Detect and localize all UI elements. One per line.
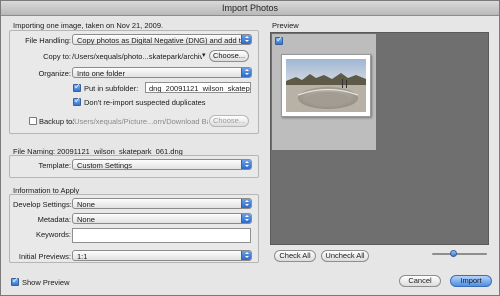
skatepark-image bbox=[286, 59, 366, 112]
develop-settings-select[interactable]: None bbox=[72, 198, 252, 209]
initial-previews-select[interactable]: 1:1 bbox=[72, 250, 252, 261]
develop-settings-value: None bbox=[77, 200, 95, 209]
initial-previews-value: 1:1 bbox=[77, 252, 88, 261]
metadata-label: Metadata: bbox=[37, 215, 71, 224]
import-dialog: Import Photos Importing one image, taken… bbox=[0, 0, 500, 296]
no-reimport-label: Don't re-import suspected duplicates bbox=[84, 98, 206, 107]
chevron-updown-icon bbox=[241, 199, 251, 208]
file-handling-select[interactable]: Copy photos as Digital Negative (DNG) an… bbox=[72, 34, 252, 45]
import-summary: Importing one image, taken on Nov 21, 20… bbox=[13, 21, 164, 30]
template-label: Template: bbox=[38, 161, 71, 170]
metadata-value: None bbox=[77, 215, 95, 224]
develop-settings-label: Develop Settings: bbox=[13, 200, 72, 209]
chevron-updown-icon bbox=[241, 35, 251, 44]
preview-label: Preview bbox=[272, 21, 299, 30]
metadata-select[interactable]: None bbox=[72, 213, 252, 224]
window-title: Import Photos bbox=[221, 3, 279, 13]
path-dropdown-icon[interactable]: ▾ bbox=[202, 51, 206, 59]
skatepark-photo bbox=[286, 59, 366, 112]
subfolder-label: Put in subfolder: bbox=[84, 84, 139, 93]
uncheck-all-button[interactable]: Uncheck All bbox=[321, 250, 369, 262]
thumbnail-photo bbox=[281, 54, 371, 117]
preview-grid bbox=[270, 32, 489, 245]
cancel-button[interactable]: Cancel bbox=[399, 275, 441, 287]
title-bar: Import Photos bbox=[1, 1, 499, 16]
thumbnail-cell[interactable] bbox=[272, 34, 376, 150]
slider-knob[interactable] bbox=[450, 250, 457, 257]
backup-path: /Users/xequals/Picture...orn/Download Ba… bbox=[72, 117, 208, 126]
show-preview-label: Show Preview bbox=[22, 278, 70, 287]
thumbnail-size-slider[interactable] bbox=[432, 250, 487, 257]
import-button[interactable]: Import bbox=[450, 275, 492, 287]
copy-to-choose-button[interactable]: Choose... bbox=[209, 50, 249, 62]
organize-value: Into one folder bbox=[77, 69, 125, 78]
chevron-updown-icon bbox=[241, 160, 251, 169]
subfolder-input[interactable]: dng_20091121_wilson_skatepark bbox=[145, 82, 251, 93]
backup-checkbox[interactable] bbox=[29, 117, 37, 125]
copy-to-path: /Users/xequals/photo...skatepark/archive… bbox=[72, 52, 202, 61]
keywords-input[interactable] bbox=[72, 228, 251, 243]
subfolder-checkbox[interactable] bbox=[73, 82, 81, 92]
file-handling-label: File Handling: bbox=[25, 36, 71, 45]
thumbnail-checkbox[interactable] bbox=[275, 35, 283, 45]
keywords-label: Keywords: bbox=[35, 230, 71, 239]
show-preview-checkbox[interactable] bbox=[11, 276, 19, 286]
file-handling-value: Copy photos as Digital Negative (DNG) an… bbox=[77, 36, 252, 45]
template-value: Custom Settings bbox=[77, 161, 133, 170]
backup-label: Backup to: bbox=[39, 117, 75, 126]
chevron-updown-icon bbox=[241, 68, 251, 77]
chevron-updown-icon bbox=[241, 214, 251, 223]
check-all-button[interactable]: Check All bbox=[274, 250, 316, 262]
no-reimport-checkbox[interactable] bbox=[73, 96, 81, 106]
initial-previews-label: Initial Previews: bbox=[18, 252, 71, 261]
copy-to-label: Copy to: bbox=[43, 52, 71, 61]
chevron-updown-icon bbox=[241, 251, 251, 260]
backup-choose-button[interactable]: Choose... bbox=[209, 115, 249, 127]
template-select[interactable]: Custom Settings bbox=[72, 159, 252, 170]
organize-label: Organize: bbox=[38, 69, 71, 78]
organize-select[interactable]: Into one folder bbox=[72, 67, 252, 78]
